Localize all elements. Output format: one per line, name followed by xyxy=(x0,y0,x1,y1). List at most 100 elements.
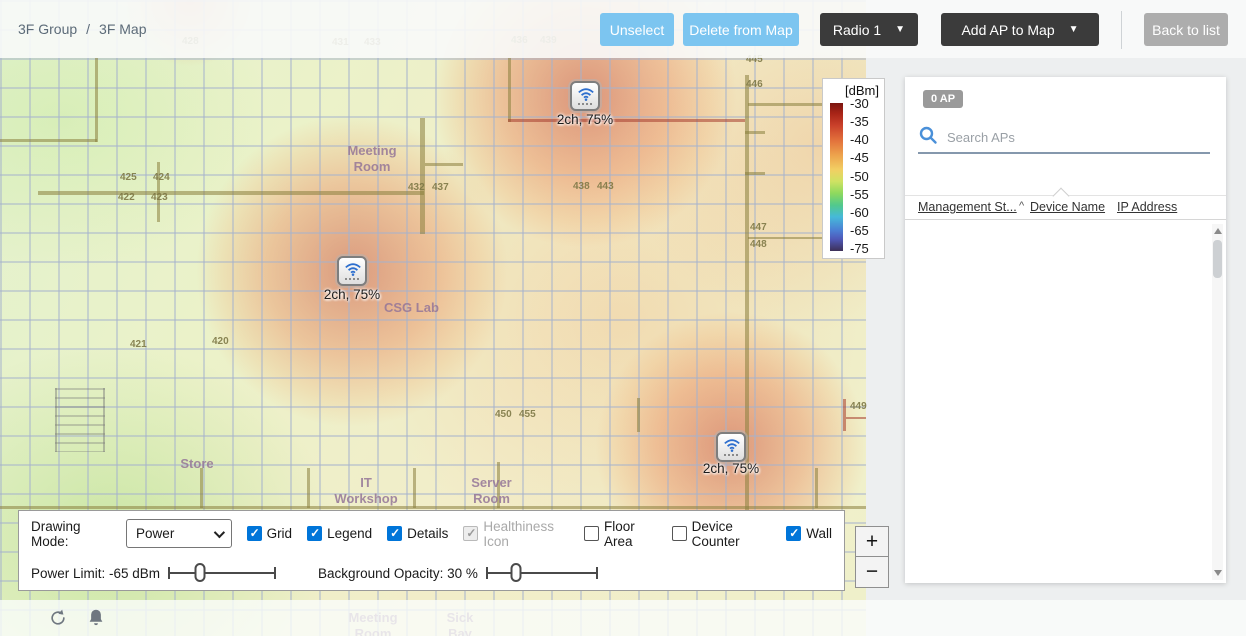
ap-ports-dots xyxy=(724,454,738,456)
breadcrumb-current-page: 3F Map xyxy=(99,21,146,37)
dbm-legend: [dBm] -30 -35 -40 -45 -50 -55 -60 -65 -7… xyxy=(822,78,885,259)
background-opacity-label: Background Opacity: 30 % xyxy=(318,566,478,581)
back-to-list-button[interactable]: Back to list xyxy=(1144,13,1228,46)
panel-scrollbar[interactable] xyxy=(1212,224,1223,580)
checkbox-legend[interactable]: Legend xyxy=(307,526,372,541)
checkbox-grid-box xyxy=(247,526,262,541)
checkbox-legend-label: Legend xyxy=(327,526,372,541)
ap-marker-3[interactable] xyxy=(716,432,746,462)
legend-color-scale xyxy=(830,103,843,251)
power-limit-slider[interactable] xyxy=(168,563,276,583)
ap-label: 2ch, 75% xyxy=(307,287,397,302)
legend-tick: -35 xyxy=(850,114,869,129)
wifi-map-screen: Meeting Room CSG Lab Store IT Workshop S… xyxy=(0,0,1246,636)
checkbox-device-counter-label: Device Counter xyxy=(692,519,772,549)
breadcrumb: 3F Group / 3F Map xyxy=(18,21,147,37)
room-number: 424 xyxy=(153,172,170,183)
scrollbar-up-arrow[interactable] xyxy=(1214,228,1222,234)
ap-label: 2ch, 75% xyxy=(686,461,776,476)
column-ip-address[interactable]: IP Address xyxy=(1117,200,1177,214)
ap-ports-dots xyxy=(578,103,592,105)
drawing-mode-value: Power xyxy=(136,526,174,541)
legend-tick: -60 xyxy=(850,205,869,220)
wall-segment xyxy=(95,58,98,142)
checkbox-details[interactable]: Details xyxy=(387,526,448,541)
power-limit-label: Power Limit: -65 dBm xyxy=(31,566,160,581)
wall-segment xyxy=(637,398,640,432)
add-ap-to-map-dropdown[interactable]: Add AP to Map ▼ xyxy=(941,13,1099,46)
wall-segment xyxy=(745,75,749,563)
zoom-out-button[interactable]: − xyxy=(856,557,888,587)
wall-segment xyxy=(745,131,765,134)
wall-segment xyxy=(745,172,765,175)
background-opacity-slider-thumb[interactable] xyxy=(511,563,522,582)
wall-segment xyxy=(38,191,424,195)
checkbox-details-label: Details xyxy=(407,526,448,541)
room-number: 448 xyxy=(750,239,767,250)
power-limit-slider-thumb[interactable] xyxy=(195,563,206,582)
legend-tick: -45 xyxy=(850,150,869,165)
scrollbar-down-arrow[interactable] xyxy=(1214,570,1222,576)
ap-label: 2ch, 75% xyxy=(540,112,630,127)
drawing-mode-select[interactable]: Power xyxy=(126,519,232,548)
sort-ascending-icon[interactable]: ^ xyxy=(1019,200,1024,212)
ap-marker-1[interactable] xyxy=(570,81,600,111)
drawing-mode-label: Drawing Mode: xyxy=(31,519,111,549)
toolbar: Unselect Delete from Map Radio 1 ▼ Add A… xyxy=(600,13,1228,46)
column-management-state[interactable]: Management St... xyxy=(918,200,1017,214)
legend-tick: -65 xyxy=(850,223,869,238)
chevron-down-icon xyxy=(213,526,224,537)
room-label-store: Store xyxy=(172,456,222,472)
legend-tick: -40 xyxy=(850,132,869,147)
wall-segment xyxy=(0,139,97,142)
stairs-symbol xyxy=(55,388,105,452)
column-device-name[interactable]: Device Name xyxy=(1030,200,1105,214)
checkbox-floor-area[interactable]: Floor Area xyxy=(584,519,657,549)
background-opacity-slider[interactable] xyxy=(486,563,598,583)
slider-track xyxy=(486,572,598,574)
breadcrumb-group-link[interactable]: 3F Group xyxy=(18,21,77,37)
wall-segment xyxy=(420,118,425,234)
room-number: 455 xyxy=(519,409,536,420)
wall-segment xyxy=(846,417,866,419)
checkbox-grid[interactable]: Grid xyxy=(247,526,293,541)
checkbox-wall[interactable]: Wall xyxy=(786,526,832,541)
scrollbar-thumb[interactable] xyxy=(1213,240,1222,278)
room-number: 425 xyxy=(120,172,137,183)
search-row xyxy=(918,122,1210,152)
room-number: 420 xyxy=(212,336,229,347)
dropdown-arrow-icon: ▼ xyxy=(1069,24,1079,35)
zoom-in-button[interactable]: + xyxy=(856,527,888,557)
slider-end-tick xyxy=(168,567,170,579)
checkbox-details-box xyxy=(387,526,402,541)
search-icon xyxy=(918,125,947,150)
room-number: 446 xyxy=(746,79,763,90)
checkbox-grid-label: Grid xyxy=(267,526,293,541)
wall-segment xyxy=(0,506,866,509)
checkbox-wall-box xyxy=(786,526,801,541)
radio-select-dropdown[interactable]: Radio 1 ▼ xyxy=(820,13,918,46)
slider-end-tick xyxy=(274,567,276,579)
checkbox-healthiness-label: Healthiness Icon xyxy=(483,519,569,549)
wall-segment xyxy=(425,163,463,166)
delete-from-map-button[interactable]: Delete from Map xyxy=(683,13,799,46)
room-number: 423 xyxy=(151,192,168,203)
refresh-icon[interactable] xyxy=(48,608,68,633)
room-number: 438 xyxy=(573,181,590,192)
checkbox-device-counter[interactable]: Device Counter xyxy=(672,519,772,549)
legend-tick: -75 xyxy=(850,241,869,256)
room-label-server-room: Server Room xyxy=(464,475,519,507)
breadcrumb-separator: / xyxy=(86,21,90,37)
dropdown-arrow-icon: ▼ xyxy=(895,24,905,35)
ap-marker-2[interactable] xyxy=(337,256,367,286)
checkbox-legend-box xyxy=(307,526,322,541)
checkbox-wall-label: Wall xyxy=(806,526,832,541)
notification-bell-icon[interactable] xyxy=(87,608,105,633)
room-number: 447 xyxy=(750,222,767,233)
add-ap-label: Add AP to Map xyxy=(961,22,1054,38)
legend-tick: -55 xyxy=(850,187,869,202)
wall-segment xyxy=(843,399,846,431)
unselect-button[interactable]: Unselect xyxy=(600,13,674,46)
search-input[interactable] xyxy=(947,130,1210,145)
legend-tick: -30 xyxy=(850,96,869,111)
